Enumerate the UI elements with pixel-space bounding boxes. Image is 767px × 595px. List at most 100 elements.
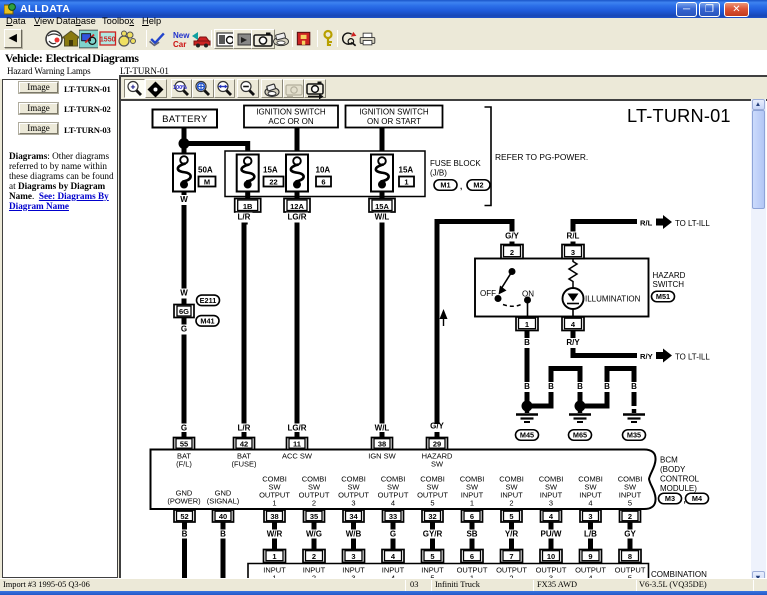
svg-text:L/R: L/R: [238, 213, 251, 222]
svg-text:15A: 15A: [263, 166, 278, 175]
svg-text:11: 11: [293, 439, 301, 448]
svg-text:M2: M2: [473, 181, 483, 190]
svg-text:M1: M1: [440, 181, 450, 190]
svg-text:B: B: [548, 382, 554, 391]
svg-text:15A: 15A: [375, 202, 389, 211]
svg-text:ACC OR ON: ACC OR ON: [268, 117, 314, 126]
svg-text:1550: 1550: [99, 37, 115, 44]
svg-text:W/L: W/L: [375, 424, 390, 433]
svg-text:3: 3: [571, 248, 575, 257]
svg-text:100%: 100%: [172, 85, 186, 91]
svg-text:1: 1: [525, 320, 529, 329]
svg-text:(F/L): (F/L): [176, 460, 192, 469]
svg-text:BCM: BCM: [660, 456, 678, 465]
svg-text:IGNITION SWITCH: IGNITION SWITCH: [359, 108, 429, 117]
svg-text:,: ,: [460, 182, 462, 191]
svg-text:5: 5: [628, 499, 632, 508]
svg-text:1: 1: [272, 499, 276, 508]
svg-text:Y/R: Y/R: [505, 530, 519, 539]
svg-text:1: 1: [470, 499, 474, 508]
svg-text:M65: M65: [573, 431, 587, 440]
svg-text:4: 4: [391, 499, 395, 508]
svg-text:BATTERY: BATTERY: [162, 114, 208, 125]
svg-text:2: 2: [510, 248, 514, 257]
svg-text:ILLUMINATION: ILLUMINATION: [585, 295, 641, 304]
svg-text:+: +: [130, 82, 135, 92]
svg-text:Car: Car: [173, 40, 186, 49]
svg-text:B: B: [631, 382, 637, 391]
svg-text:B: B: [182, 530, 188, 539]
svg-text:SWITCH: SWITCH: [653, 280, 685, 289]
svg-text:8: 8: [628, 552, 632, 561]
svg-text:M3: M3: [665, 494, 675, 503]
svg-text:(FUSE): (FUSE): [232, 460, 258, 469]
svg-text:R/L: R/L: [640, 219, 653, 228]
svg-text:(SIGNAL): (SIGNAL): [207, 497, 240, 506]
svg-text:3: 3: [351, 499, 355, 508]
svg-text:35: 35: [310, 512, 318, 521]
svg-text:3: 3: [351, 552, 355, 561]
svg-text:M: M: [204, 177, 210, 186]
svg-text:OFF: OFF: [480, 289, 496, 298]
svg-text:REFER TO PG-POWER.: REFER TO PG-POWER.: [495, 152, 588, 162]
svg-text:5: 5: [430, 499, 434, 508]
svg-text:TO LT-ILL: TO LT-ILL: [675, 219, 710, 228]
svg-text:3: 3: [549, 499, 553, 508]
svg-text:9: 9: [588, 552, 592, 561]
svg-text:B: B: [604, 382, 610, 391]
svg-text:G/Y: G/Y: [505, 232, 519, 241]
svg-text:W/L: W/L: [375, 213, 390, 222]
svg-text:32: 32: [428, 512, 436, 521]
svg-text:E211: E211: [200, 296, 217, 305]
svg-text:12A: 12A: [290, 202, 304, 211]
svg-text:50A: 50A: [198, 166, 213, 175]
svg-text:M45: M45: [520, 431, 534, 440]
svg-text:G: G: [390, 530, 396, 539]
svg-text:LG/R: LG/R: [287, 424, 306, 433]
svg-text:38: 38: [270, 512, 278, 521]
svg-text:R/L: R/L: [567, 232, 580, 241]
svg-text:5: 5: [430, 552, 434, 561]
svg-text:ON: ON: [522, 290, 534, 299]
svg-text:R/Y: R/Y: [640, 352, 653, 361]
svg-text:HAZARD: HAZARD: [653, 271, 686, 280]
svg-text:GY: GY: [624, 530, 636, 539]
svg-text:B: B: [524, 338, 530, 347]
svg-text:2: 2: [312, 499, 316, 508]
svg-text:PU/W: PU/W: [541, 530, 562, 539]
svg-text:6: 6: [321, 177, 325, 186]
svg-text:10A: 10A: [316, 166, 331, 175]
svg-text:38: 38: [378, 439, 386, 448]
svg-text:(BODY: (BODY: [660, 465, 686, 474]
svg-text:LT-TURN-01: LT-TURN-01: [627, 106, 731, 126]
svg-text:33: 33: [389, 512, 397, 521]
svg-text:SB: SB: [466, 530, 477, 539]
svg-text:(POWER): (POWER): [167, 497, 201, 506]
svg-text:W: W: [180, 195, 188, 204]
svg-text:B: B: [220, 530, 226, 539]
svg-text:M4: M4: [692, 494, 703, 503]
svg-text:FUSE BLOCK: FUSE BLOCK: [430, 159, 481, 168]
svg-text:55: 55: [180, 439, 188, 448]
svg-text:LG/R: LG/R: [287, 213, 306, 222]
svg-text:M51: M51: [656, 292, 670, 301]
svg-text:New: New: [173, 31, 190, 40]
svg-text:6G: 6G: [179, 307, 189, 316]
svg-text:L/R: L/R: [238, 424, 251, 433]
svg-text:CONTROL: CONTROL: [660, 475, 700, 484]
svg-text:5: 5: [509, 512, 513, 521]
svg-text:SW: SW: [431, 460, 444, 469]
svg-text:MODULE): MODULE): [660, 484, 697, 493]
svg-text:29: 29: [433, 439, 441, 448]
svg-text:TO LT-ILL: TO LT-ILL: [675, 353, 710, 362]
svg-text:B: B: [577, 382, 583, 391]
svg-text:2: 2: [509, 499, 513, 508]
svg-text:1B: 1B: [243, 202, 253, 211]
svg-text:1: 1: [272, 552, 276, 561]
svg-text:G: G: [181, 325, 187, 334]
svg-text:ACC SW: ACC SW: [282, 452, 313, 461]
svg-text:15A: 15A: [399, 166, 414, 175]
svg-text:2: 2: [628, 512, 632, 521]
svg-text:W/B: W/B: [346, 530, 362, 539]
svg-text:(J/B): (J/B): [430, 169, 447, 178]
